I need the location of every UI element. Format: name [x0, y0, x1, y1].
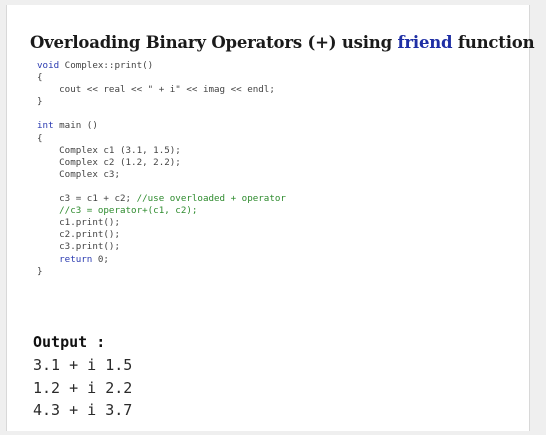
code-line: cout << real << " + i" << imag << endl;: [37, 84, 286, 96]
code-comment: //use overloaded + operator: [136, 193, 286, 205]
code-text: }: [37, 96, 43, 108]
code-line: c2.print();: [37, 229, 286, 241]
code-text: {: [37, 132, 43, 144]
code-text: Complex c3;: [37, 168, 120, 180]
output-line: 4.3 + i 3.7: [33, 401, 133, 419]
code-text: Complex c1 (3.1, 1.5);: [37, 144, 181, 156]
code-text: c3.print();: [37, 241, 120, 253]
code-line: Complex c3;: [37, 169, 286, 181]
code-line: Complex c1 (3.1, 1.5);: [37, 145, 286, 157]
code-text: c2.print();: [37, 229, 120, 241]
title-keyword: friend: [397, 33, 453, 52]
code-text: cout << real << " + i" << imag << endl;: [37, 84, 275, 96]
code-line: }: [37, 96, 286, 108]
code-text: 0;: [92, 253, 109, 265]
slide: Overloading Binary Operators (+) using f…: [6, 5, 535, 431]
code-text: Complex::print(): [59, 60, 154, 71]
code-line: {: [37, 72, 286, 84]
code-line: return 0;: [37, 254, 286, 266]
code-keyword: return: [59, 253, 93, 265]
code-line: Complex c2 (1.2, 2.2);: [37, 157, 286, 169]
output-heading: Output :: [33, 333, 106, 351]
code-text: Complex c2 (1.2, 2.2);: [37, 156, 181, 168]
output-block: 3.1 + i 1.5 1.2 + i 2.2 4.3 + i 3.7: [33, 354, 132, 422]
code-text: }: [37, 265, 43, 277]
code-line: c3 = c1 + c2; //use overloaded + operato…: [37, 193, 286, 205]
title-prefix: Overloading Binary Operators (+) using: [30, 33, 398, 52]
code-block: void Complex::print() { cout << real << …: [37, 60, 286, 278]
code-line: void Complex::print(): [37, 60, 286, 72]
code-keyword: void: [37, 60, 60, 71]
code-line: c3.print();: [37, 241, 286, 253]
code-line: c1.print();: [37, 217, 286, 229]
code-text: {: [37, 72, 43, 84]
code-line: //c3 = operator+(c1, c2);: [37, 205, 286, 217]
code-line: int main (): [37, 120, 286, 132]
code-text: main (): [53, 120, 98, 132]
code-line: }: [37, 266, 286, 278]
footer-decoration: [172, 429, 372, 435]
title-suffix: function: [452, 33, 535, 52]
output-line: 3.1 + i 1.5: [33, 356, 133, 374]
output-line: 1.2 + i 2.2: [33, 378, 133, 397]
code-text: c3 = c1 + c2;: [37, 193, 137, 205]
slide-title: Overloading Binary Operators (+) using f…: [30, 33, 535, 52]
code-keyword: int: [37, 120, 54, 132]
code-text: c1.print();: [37, 217, 120, 229]
code-comment: //c3 = operator+(c1, c2);: [37, 205, 198, 217]
code-line: {: [37, 133, 286, 145]
